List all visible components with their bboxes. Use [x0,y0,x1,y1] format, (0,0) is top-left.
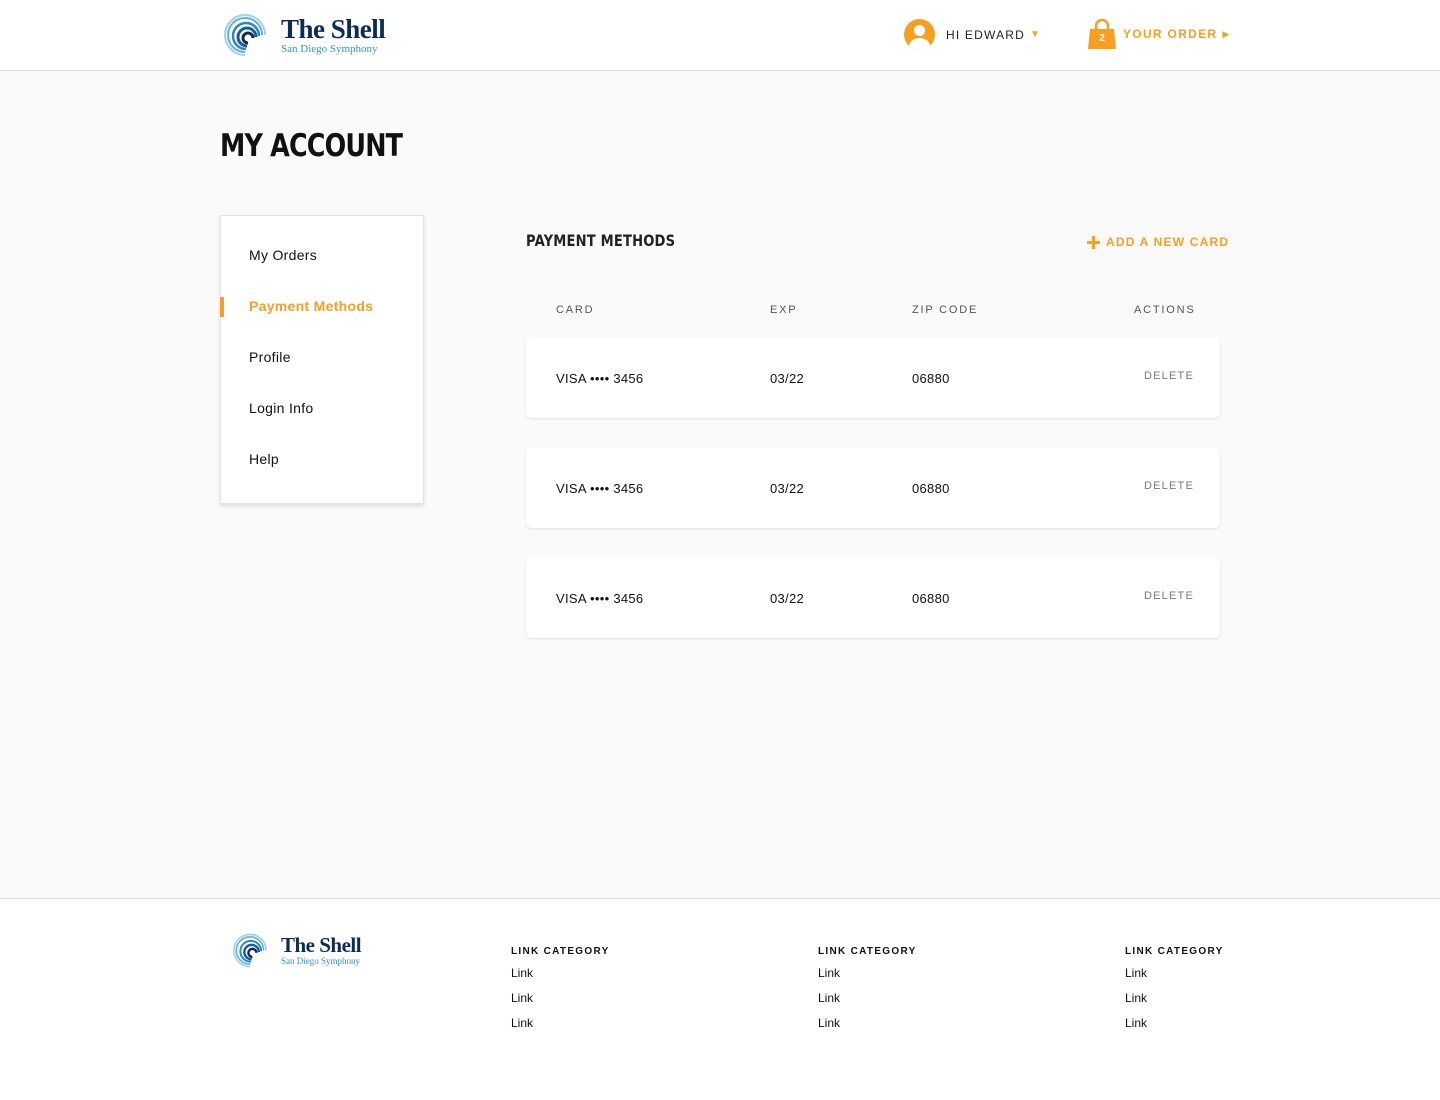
shell-wave-icon [233,933,267,968]
site-header: The Shell San Diego Symphony HI EDWARD ▼… [0,0,1440,71]
card-number: VISA •••• 3456 [556,591,644,606]
footer-link[interactable]: Link [1125,966,1224,991]
logo-subtitle: San Diego Symphony [281,42,378,55]
card-exp: 03/22 [770,591,805,606]
logo-title: The Shell [281,13,386,44]
account-sidebar: My Orders Payment Methods Profile Login … [220,215,424,504]
column-header-exp: EXP [770,304,798,316]
order-count-badge: 2 [1099,33,1105,44]
user-avatar-icon [904,19,935,50]
shopping-bag-icon: 2 [1087,18,1117,50]
page-title: MY ACCOUNT [220,128,403,164]
add-new-card-button[interactable]: ADD A NEW CARD [1087,235,1229,249]
your-order-link[interactable]: 2 YOUR ORDER ▶ [1087,18,1229,50]
footer-column: LINK CATEGORY Link Link Link [818,946,917,1041]
footer-link[interactable]: Link [818,991,917,1016]
column-header-actions: ACTIONS [1134,304,1196,316]
footer-column: LINK CATEGORY Link Link Link [511,946,610,1041]
shell-wave-icon [224,14,266,56]
sidebar-item-login-info[interactable]: Login Info [249,400,314,416]
section-title: PAYMENT METHODS [526,231,676,250]
add-new-card-label: ADD A NEW CARD [1106,235,1230,249]
sidebar-item-my-orders[interactable]: My Orders [249,247,317,263]
sidebar-item-help[interactable]: Help [249,451,279,467]
logo-subtitle: San Diego Symphony [281,956,361,966]
footer-link[interactable]: Link [511,966,610,991]
card-number: VISA •••• 3456 [556,371,644,386]
column-header-zip: ZIP CODE [912,304,979,316]
card-zip: 06880 [912,481,950,496]
footer-link[interactable]: Link [818,966,917,991]
site-logo[interactable]: The Shell San Diego Symphony [219,12,386,58]
footer-logo[interactable]: The Shell San Diego Symphony [229,932,362,969]
sidebar-item-profile[interactable]: Profile [249,349,291,365]
active-indicator [220,297,224,317]
column-header-card: CARD [556,304,595,316]
user-greeting: HI EDWARD [946,27,1026,42]
payment-card-row: VISA •••• 3456 03/22 06880 DELETE [526,338,1220,418]
sidebar-item-payment-methods[interactable]: Payment Methods [249,298,373,314]
card-number: VISA •••• 3456 [556,481,644,496]
payment-card-row: VISA •••• 3456 03/22 06880 DELETE [526,448,1220,528]
footer-link[interactable]: Link [511,1016,610,1041]
footer-link[interactable]: Link [1125,991,1224,1016]
caret-down-icon: ▼ [1030,29,1040,40]
plus-icon [1087,235,1100,249]
footer-link[interactable]: Link [818,1016,917,1041]
card-zip: 06880 [912,371,950,386]
delete-card-button[interactable]: DELETE [1144,480,1194,492]
logo-title: The Shell [281,933,362,957]
delete-card-button[interactable]: DELETE [1144,370,1194,382]
your-order-label: YOUR ORDER [1123,27,1218,41]
card-zip: 06880 [912,591,950,606]
delete-card-button[interactable]: DELETE [1144,590,1194,602]
footer-link[interactable]: Link [1125,1016,1224,1041]
card-exp: 03/22 [770,371,805,386]
user-menu[interactable]: HI EDWARD ▼ [904,19,1040,50]
site-footer: The Shell San Diego Symphony LINK CATEGO… [0,898,1440,1100]
footer-link[interactable]: Link [511,991,610,1016]
footer-category: LINK CATEGORY [511,946,610,957]
footer-category: LINK CATEGORY [818,946,917,957]
card-exp: 03/22 [770,481,805,496]
payment-card-row: VISA •••• 3456 03/22 06880 DELETE [526,558,1220,638]
caret-right-icon: ▶ [1222,28,1230,39]
footer-category: LINK CATEGORY [1125,946,1224,957]
footer-column: LINK CATEGORY Link Link Link [1125,946,1224,1041]
